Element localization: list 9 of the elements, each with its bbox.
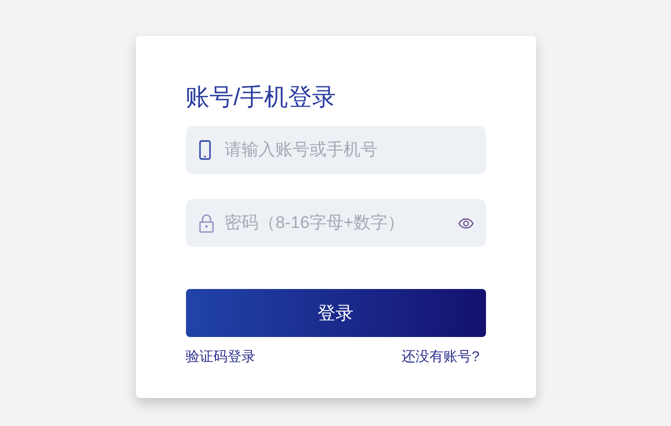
- password-field[interactable]: 密码（8-16字母+数字）: [186, 199, 486, 247]
- lock-icon: [198, 214, 214, 232]
- account-field[interactable]: 请输入账号或手机号: [186, 126, 486, 174]
- register-link[interactable]: 还没有账号?: [402, 346, 480, 367]
- sms-login-link[interactable]: 验证码登录: [186, 346, 256, 367]
- phone-icon: [198, 140, 210, 160]
- eye-icon[interactable]: [458, 218, 474, 228]
- login-button[interactable]: 登录: [186, 289, 486, 337]
- login-title: 账号/手机登录: [186, 83, 336, 113]
